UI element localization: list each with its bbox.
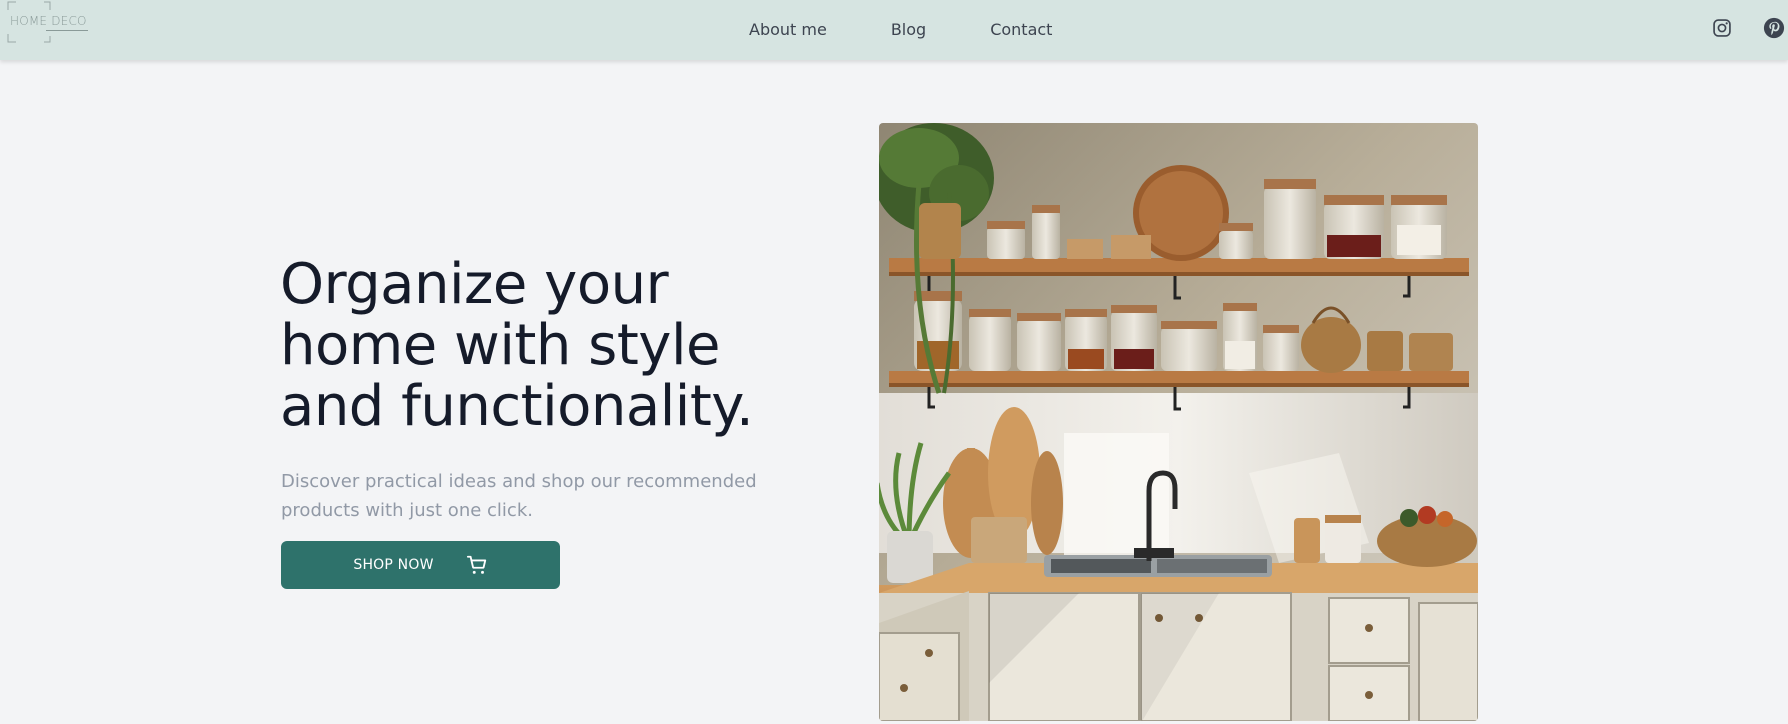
nav-blog[interactable]: Blog	[891, 18, 926, 42]
hero-subtitle: Discover practical ideas and shop our re…	[281, 471, 757, 521]
shopping-cart-icon	[466, 555, 486, 574]
nav-contact[interactable]: Contact	[990, 18, 1052, 42]
nav-about-me[interactable]: About me	[749, 18, 827, 42]
kitchen-shelves-image	[879, 123, 1478, 721]
logo[interactable]: HOME DECO	[6, 0, 90, 44]
hero-title: Organize your home with style and functi…	[280, 252, 754, 439]
instagram-icon[interactable]	[1710, 16, 1734, 40]
shop-now-button[interactable]: SHOP NOW	[281, 541, 560, 589]
site-header: HOME DECO About me Blog Contact	[0, 0, 1788, 60]
logo-text: HOME DECO	[10, 14, 87, 28]
pinterest-icon[interactable]	[1762, 16, 1786, 40]
shop-now-label: SHOP NOW	[353, 557, 434, 573]
main-nav: About me Blog Contact	[749, 18, 1052, 42]
logo-underline	[46, 30, 88, 31]
